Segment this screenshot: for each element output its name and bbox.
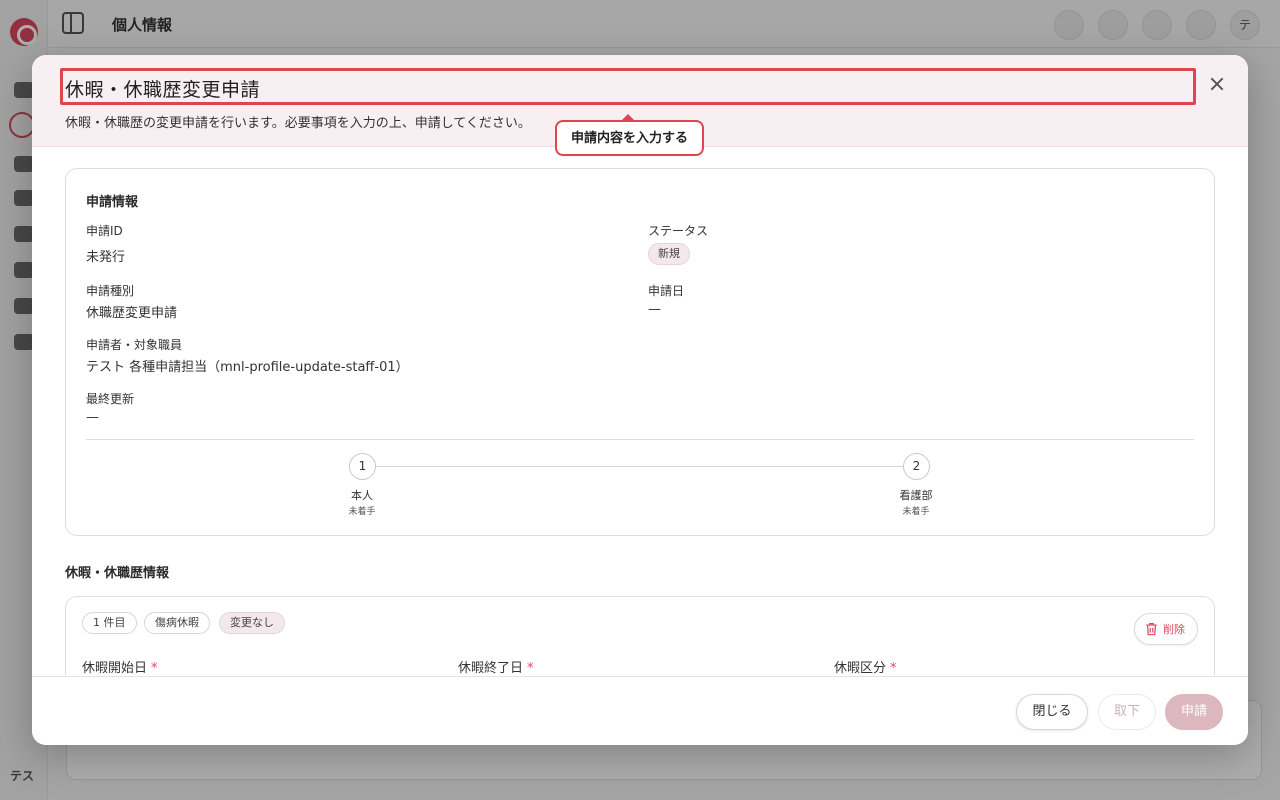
- close-button[interactable]: 閉じる: [1016, 694, 1088, 730]
- step-2-status: 未着手: [902, 507, 930, 517]
- status-label: ステータス: [648, 224, 709, 238]
- dialog-description: 休暇・休職歴の変更申請を行います。必要事項を入力の上、申請してください。: [65, 116, 531, 131]
- application-id-value: 未発行: [86, 250, 126, 265]
- delete-button[interactable]: 削除: [1134, 613, 1198, 645]
- leave-end-field-label: 休暇終了日 *: [458, 661, 534, 676]
- step-2-name: 看護部: [899, 489, 933, 502]
- application-date-value: —: [648, 302, 661, 317]
- step-1-circle: 1: [349, 453, 376, 480]
- leave-type-chip: 傷病休暇: [144, 612, 210, 634]
- applicant-label: 申請者・対象職員: [86, 338, 183, 352]
- close-icon[interactable]: [1208, 75, 1226, 93]
- dialog-footer: 閉じる 取下 申請: [32, 676, 1248, 745]
- last-updated-label: 最終更新: [86, 392, 135, 406]
- leave-category-field-label: 休暇区分 *: [834, 661, 897, 676]
- leave-entry-card: 1 件目 傷病休暇 変更なし 削除 休暇開始日 * 休暇終了日 * 休暇区分 *: [65, 596, 1215, 676]
- guide-tooltip: 申請内容を入力する: [555, 114, 705, 156]
- card-title: 申請情報: [86, 195, 139, 210]
- leave-start-field-label: 休暇開始日 *: [82, 661, 158, 676]
- dialog-body[interactable]: 申請情報 申請ID 未発行 ステータス 新規 申請種別 休職歴変更申請 申請日 …: [32, 147, 1248, 676]
- last-updated-value: —: [86, 410, 99, 425]
- application-info-card: 申請情報 申請ID 未発行 ステータス 新規 申請種別 休職歴変更申請 申請日 …: [65, 168, 1215, 536]
- entry-index-chip: 1 件目: [82, 612, 137, 634]
- withdraw-button[interactable]: 取下: [1098, 694, 1156, 730]
- submit-button[interactable]: 申請: [1165, 694, 1223, 730]
- dialog-title: 休暇・休職歴変更申請: [65, 79, 261, 101]
- application-id-label: 申請ID: [86, 224, 123, 238]
- application-type-value: 休職歴変更申請: [86, 306, 178, 321]
- leave-change-dialog: 休暇・休職歴変更申請 休暇・休職歴の変更申請を行います。必要事項を入力の上、申請…: [32, 55, 1248, 745]
- application-type-label: 申請種別: [86, 284, 135, 298]
- divider: [86, 439, 1194, 440]
- trash-icon: [1146, 622, 1157, 636]
- step-1-status: 未着手: [348, 507, 376, 517]
- leave-section-title: 休暇・休職歴情報: [65, 566, 170, 581]
- status-badge: 新規: [648, 243, 690, 265]
- step-2-circle: 2: [903, 453, 930, 480]
- step-1-name: 本人: [351, 489, 373, 502]
- stepper-line: [374, 466, 918, 467]
- applicant-value: テスト 各種申請担当（mnl-profile-update-staff-01）: [86, 360, 409, 375]
- application-date-label: 申請日: [648, 284, 685, 298]
- delete-label: 削除: [1163, 623, 1185, 636]
- change-status-chip: 変更なし: [219, 612, 285, 634]
